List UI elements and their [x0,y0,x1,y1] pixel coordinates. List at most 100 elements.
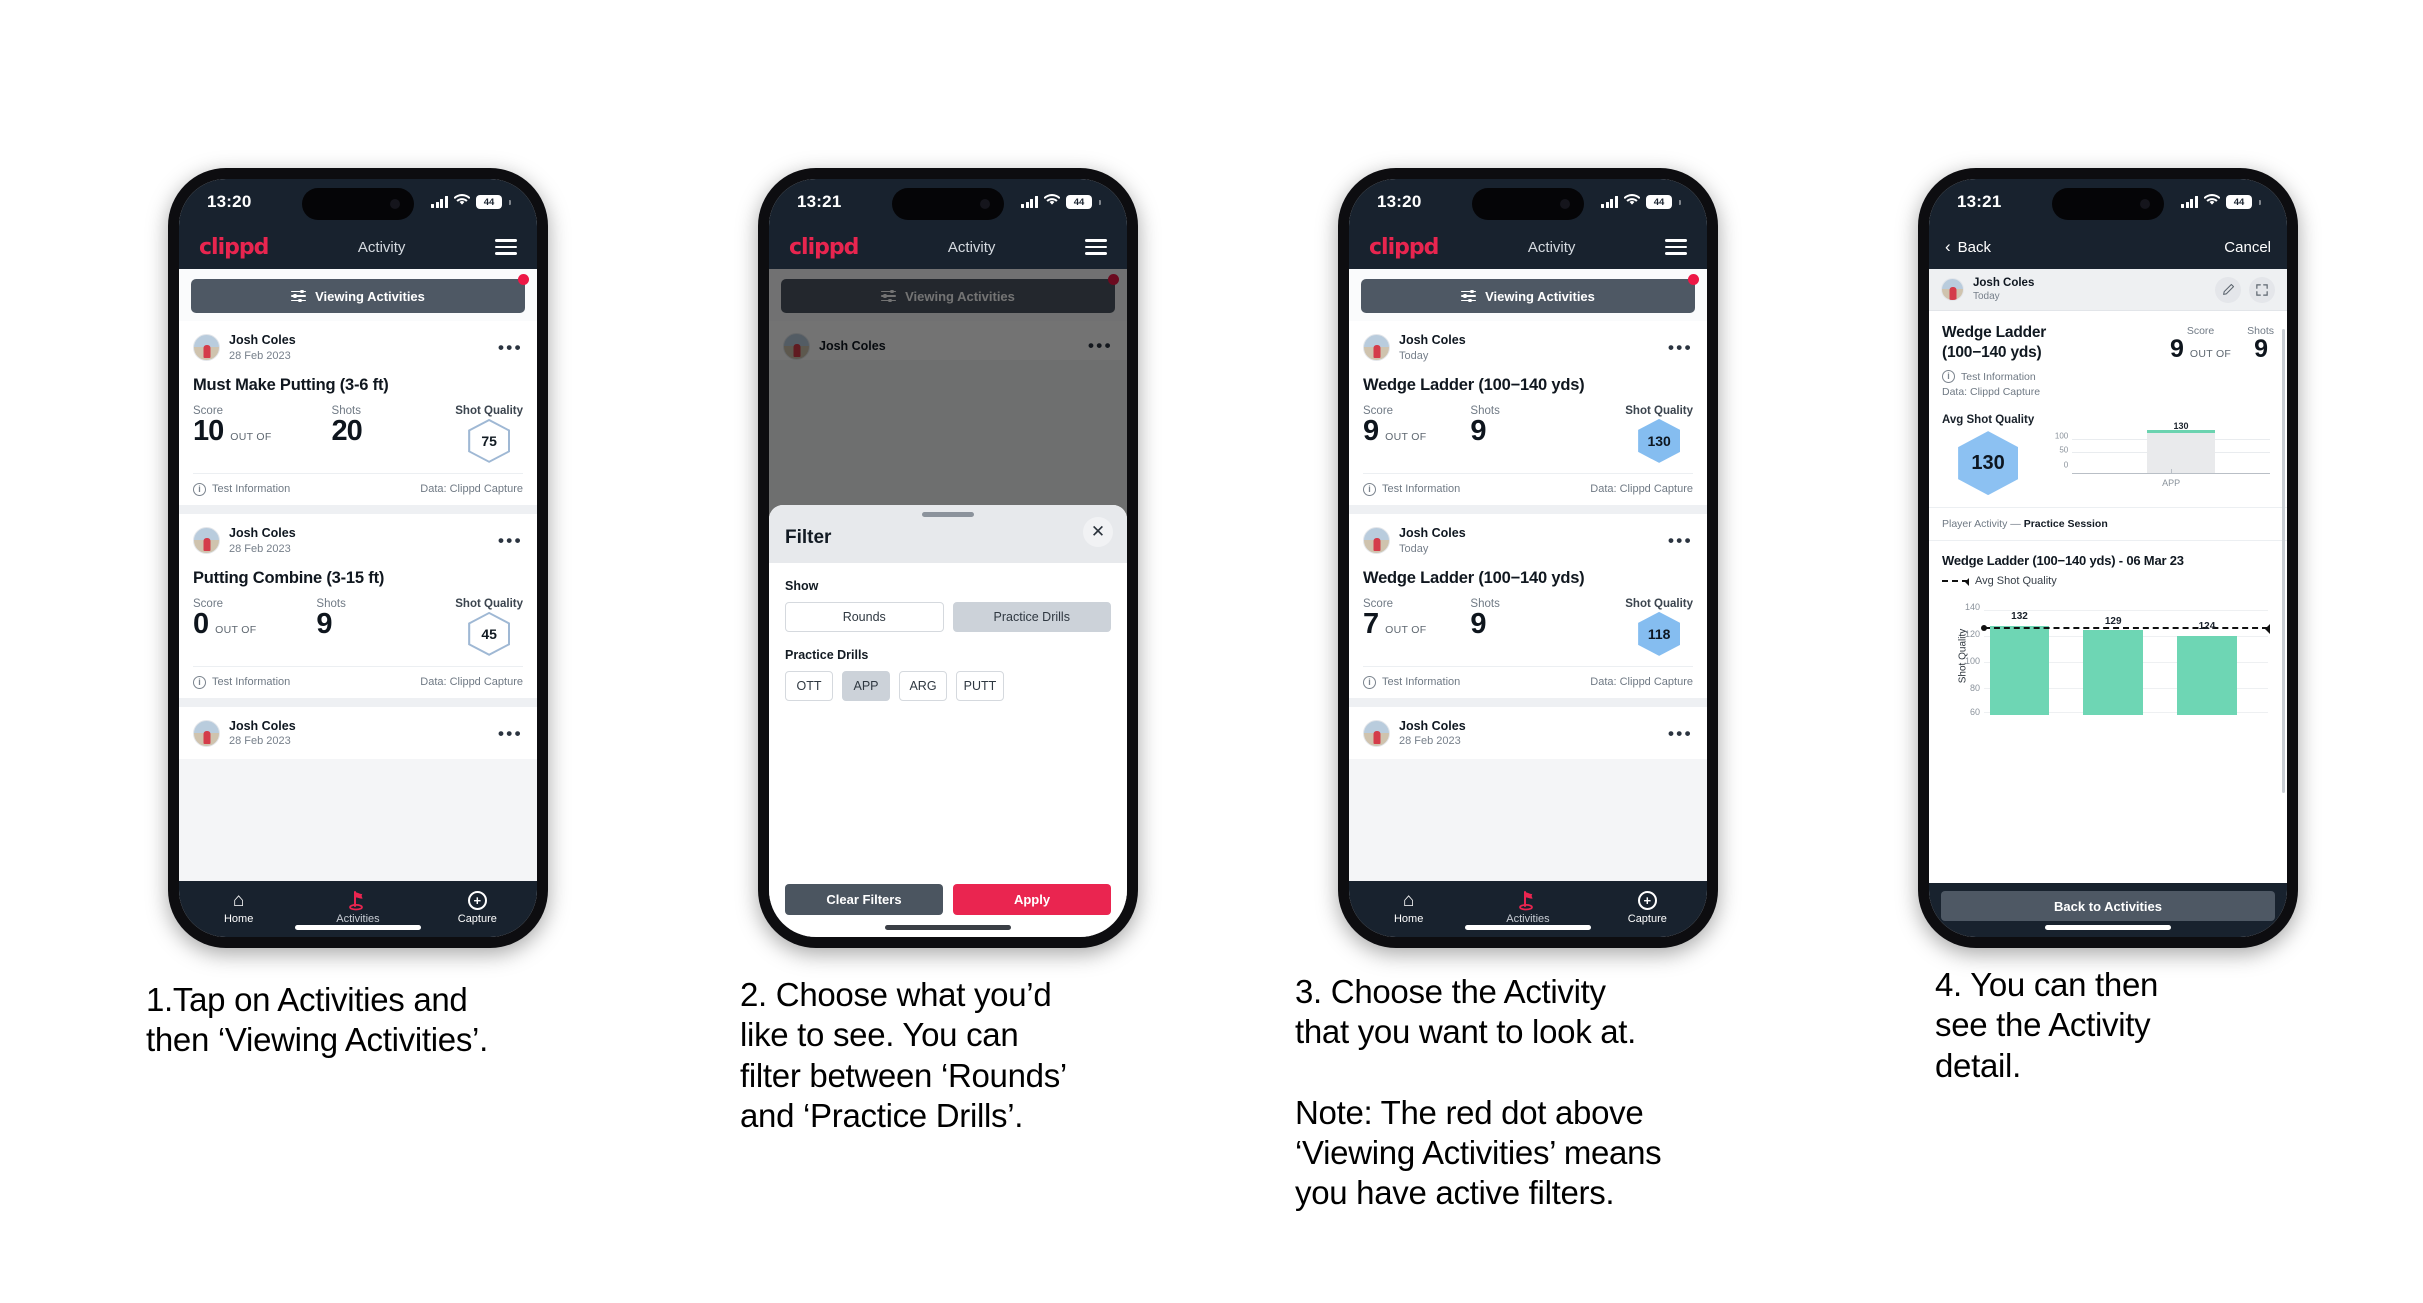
activity-title: Putting Combine (3-15 ft) [193,568,385,587]
user-name: Josh Coles [229,718,296,733]
out-of-label: OUT OF [215,623,257,636]
tab-home[interactable]: ⌂ Home [1349,890,1468,925]
tab-home-label: Home [223,912,254,925]
detail-title-line1: Wedge Ladder [1942,324,2047,342]
status-time: 13:21 [797,192,842,211]
more-options-icon[interactable]: ••• [498,339,523,356]
more-options-icon[interactable]: ••• [498,725,523,742]
caption-step-4: 4. You can then see the Activity detail. [1935,966,2159,1084]
tab-activities[interactable]: Activities [298,890,417,925]
avg-shot-quality-chart: 100 50 0 130 APP [2044,420,2274,488]
shots-value: 9 [2254,335,2268,364]
app-header: clippd Activity [769,225,1127,269]
more-options-icon[interactable]: ••• [1668,725,1693,742]
back-to-activities-button[interactable]: Back to Activities [1941,891,2275,921]
back-label: Back [1957,238,1992,256]
caption-step-2: 2. Choose what you’d like to see. You ca… [740,976,1067,1134]
hamburger-menu-icon[interactable] [1084,239,1107,255]
app-header: clippd Activity [179,225,537,269]
viewing-activities-button[interactable]: Viewing Activities [191,279,525,313]
chip-app[interactable]: APP [842,671,890,701]
phone-1: 13:20 44 clippd Activity Viewing Activit… [168,168,548,948]
expand-fullscreen-icon[interactable] [2249,276,2275,303]
score-value: 0 [193,607,209,640]
clippd-logo: clippd [199,234,269,260]
user-name: Josh Coles [229,333,296,347]
cancel-button[interactable]: Cancel [2224,239,2271,256]
home-indicator [1465,925,1591,930]
more-options-icon[interactable]: ••• [1668,532,1693,549]
mini-bar-value: 130 [2173,420,2189,431]
bar-value: 132 [2011,611,2028,623]
test-information-label: Test Information [1961,370,2036,383]
activity-card[interactable]: Josh Coles 28 Feb 2023 ••• Putting Combi… [179,513,537,698]
score-value: 10 [193,414,224,447]
hamburger-menu-icon[interactable] [494,239,517,255]
info-icon: i [193,675,206,689]
close-icon[interactable]: ✕ [1083,517,1113,547]
phone-4: 13:21 44 ‹ Back Cancel Josh Coles Today … [1918,168,2298,948]
golf-flag-icon [1518,890,1538,911]
dynamic-island [1472,188,1584,220]
info-icon: i [1363,675,1376,689]
caption-step-1: 1.Tap on Activities and then ‘Viewing Ac… [146,981,488,1059]
chip-arg[interactable]: ARG [899,671,947,701]
filters-icon [291,289,307,303]
chip-rounds[interactable]: Rounds [785,602,944,632]
activity-date: Today [1973,291,2000,303]
activity-card[interactable]: Josh Coles 28 Feb 2023 ••• [1349,706,1707,759]
out-of-label: OUT OF [230,430,272,443]
viewing-activities-label: Viewing Activities [315,288,425,304]
list-divider [179,697,537,707]
tab-capture[interactable]: + Capture [1588,890,1707,925]
viewing-activities-button[interactable]: Viewing Activities [1361,279,1695,313]
shot-quality-value: 45 [470,614,509,654]
activity-card[interactable]: Josh Coles 28 Feb 2023 ••• Must Make Put… [179,321,537,505]
activity-title: Must Make Putting (3-6 ft) [193,375,389,394]
filter-title: Filter [785,527,832,548]
chart-legend: Avg Shot Quality [1942,575,2274,587]
wifi-icon [453,193,471,211]
apply-button[interactable]: Apply [953,884,1111,915]
chip-ott[interactable]: OTT [785,671,833,701]
more-options-icon[interactable]: ••• [1668,339,1693,356]
detail-nav-bar: ‹ Back Cancel [1929,225,2287,269]
user-name: Josh Coles [1399,718,1466,733]
home-indicator [885,925,1011,930]
avatar [193,334,220,362]
mini-xtick-label: APP [2162,477,2181,488]
filter-sheet: Filter ✕ Show Rounds Practice Drills Pra… [769,505,1127,937]
user-name: Josh Coles [229,525,296,540]
tab-activities[interactable]: Activities [1468,890,1587,925]
activity-card[interactable]: Josh Coles Today ••• Wedge Ladder (100−1… [1349,513,1707,698]
plus-circle-icon: + [467,890,487,910]
shots-value: 9 [1470,607,1486,640]
mini-bar [2147,431,2215,473]
activity-card[interactable]: Josh Coles 28 Feb 2023 ••• [179,706,537,759]
tab-home[interactable]: ⌂ Home [179,890,298,925]
info-icon: i [1363,482,1376,496]
data-source-label: Data: Clippd Capture [420,676,523,689]
y-tick: 100 [1964,655,1980,666]
bar-value: 124 [2198,621,2216,633]
activity-card[interactable]: Josh Coles Today ••• Wedge Ladder (100−1… [1349,321,1707,505]
filters-icon [1461,289,1477,303]
sheet-grabber[interactable] [922,512,974,517]
clippd-logo: clippd [789,234,859,260]
status-bar: 13:20 44 [179,179,537,225]
wifi-icon [2203,193,2221,211]
vertical-scrollbar[interactable] [2282,329,2285,793]
back-button[interactable]: ‹ Back [1945,238,1992,256]
edit-pencil-icon[interactable] [2215,276,2241,303]
chip-practice-drills[interactable]: Practice Drills [952,602,1111,632]
dynamic-island [892,188,1004,220]
dynamic-island [302,188,414,220]
chip-putt[interactable]: PUTT [956,671,1004,701]
tab-activities-label: Activities [1506,912,1550,925]
more-options-icon[interactable]: ••• [498,532,523,549]
clear-filters-button[interactable]: Clear Filters [785,884,943,915]
show-options: Rounds Practice Drills [785,602,1111,632]
hamburger-menu-icon[interactable] [1664,239,1687,255]
tab-capture[interactable]: + Capture [418,890,537,925]
status-time: 13:21 [1957,192,2002,211]
